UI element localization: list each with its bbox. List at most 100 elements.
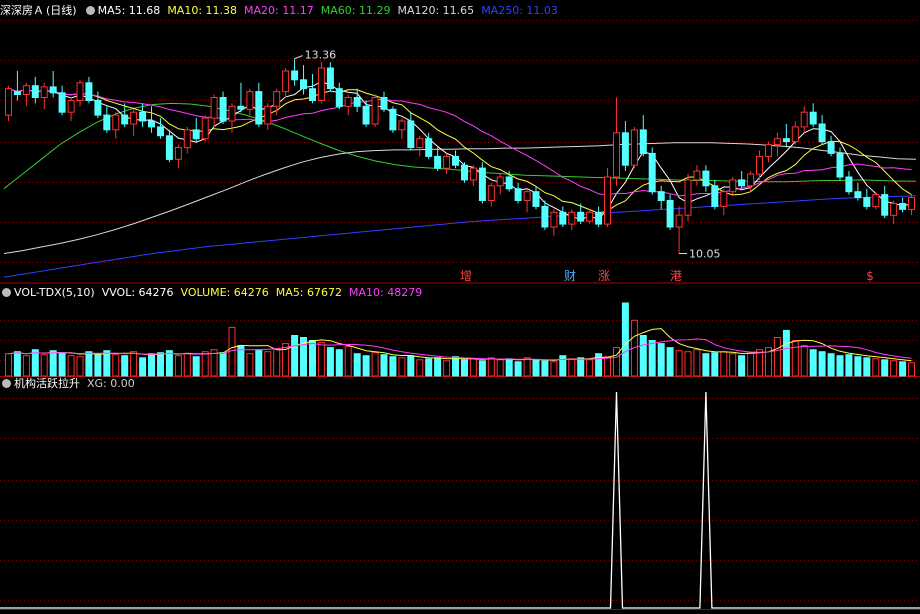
candle xyxy=(845,171,853,195)
candle xyxy=(791,121,799,145)
candle xyxy=(881,185,889,219)
volume-bar xyxy=(103,350,111,377)
candle-body xyxy=(317,67,325,101)
candle xyxy=(550,209,558,236)
volume-bar xyxy=(49,350,57,377)
candle-body xyxy=(872,194,880,207)
candle xyxy=(201,115,209,142)
candle-body xyxy=(711,185,719,207)
volume-bar xyxy=(604,356,611,377)
legend-volume: VOLUME: 64276 xyxy=(180,286,269,299)
volume-bar xyxy=(246,353,254,377)
candle xyxy=(317,62,325,104)
candle-body xyxy=(309,88,316,101)
candle-body xyxy=(496,176,504,187)
volume-bar xyxy=(174,355,182,377)
candle-body xyxy=(264,105,272,125)
candle xyxy=(729,176,737,195)
settings-icon[interactable] xyxy=(85,6,95,15)
candle xyxy=(532,185,540,210)
candle-body xyxy=(720,191,728,207)
candle xyxy=(711,179,719,210)
settings-icon[interactable] xyxy=(2,379,11,388)
candle-body xyxy=(22,85,30,95)
candle-body xyxy=(523,191,531,201)
volume-bar xyxy=(434,357,442,377)
candle-body xyxy=(148,120,155,128)
candle-body xyxy=(666,200,674,228)
legend-ma20: MA20: 11.17 xyxy=(244,4,314,17)
volume-bar xyxy=(523,357,531,377)
volume-bar xyxy=(800,345,808,377)
candle-body xyxy=(738,179,746,187)
legend-vol-ma5: MA5: 67672 xyxy=(275,286,343,299)
volume-bar xyxy=(407,355,415,377)
volume-bar xyxy=(452,356,459,377)
event-marker: 增 xyxy=(460,269,472,283)
candle-body xyxy=(326,67,334,90)
candle-body xyxy=(773,138,781,146)
event-marker: 港 xyxy=(670,269,682,283)
candle xyxy=(854,182,862,201)
candle xyxy=(130,109,138,136)
candle xyxy=(818,115,826,145)
candle xyxy=(174,144,182,169)
candle-body xyxy=(76,82,84,102)
legend-xg: XG: 0.00 xyxy=(87,377,135,390)
volume-bar xyxy=(541,360,549,377)
volume-bar xyxy=(872,358,880,377)
volume-bar xyxy=(398,357,406,377)
volume-bar xyxy=(130,351,138,377)
volume-bar xyxy=(827,353,835,377)
candle xyxy=(165,129,173,163)
candle xyxy=(469,165,477,186)
volume-bar xyxy=(738,355,746,377)
candle xyxy=(765,141,772,163)
candle xyxy=(782,123,790,148)
candle xyxy=(309,73,316,104)
volume-bar xyxy=(496,359,504,377)
candle xyxy=(389,106,397,133)
candle xyxy=(282,68,290,98)
candle-body xyxy=(85,82,93,102)
volume-bar xyxy=(881,359,889,377)
volume-bar xyxy=(13,351,21,377)
candle-body xyxy=(219,97,227,122)
volume-bar xyxy=(291,335,299,377)
volume-bar xyxy=(344,346,352,377)
candle xyxy=(380,91,388,113)
candle xyxy=(13,70,21,101)
candle xyxy=(407,112,415,151)
candle xyxy=(702,165,710,192)
candle xyxy=(684,174,692,222)
candle-body xyxy=(380,97,388,110)
candle-body xyxy=(890,203,898,216)
legend-ma250: MA250: 11.03 xyxy=(481,4,558,17)
volume-bar xyxy=(85,351,93,377)
candle-body xyxy=(604,176,611,225)
candle xyxy=(22,82,30,107)
candle-body xyxy=(818,123,826,143)
volume-bar xyxy=(478,360,486,377)
settings-icon[interactable] xyxy=(2,288,11,297)
volume-bar xyxy=(148,353,155,377)
volume-bar xyxy=(756,349,763,377)
volume-bar xyxy=(192,356,200,377)
candle-body xyxy=(425,138,433,157)
volume-bar xyxy=(809,349,817,377)
volume-bar xyxy=(639,335,647,377)
candle xyxy=(827,135,835,157)
volume-bar xyxy=(165,350,173,377)
volume-bar xyxy=(416,359,424,377)
candle-body xyxy=(791,126,799,143)
candle-body xyxy=(800,111,808,128)
candle xyxy=(362,100,370,127)
candle xyxy=(300,65,307,95)
candle-body xyxy=(639,129,647,154)
candle xyxy=(487,182,495,207)
candle-body xyxy=(684,179,692,216)
candle xyxy=(434,147,442,172)
candle-body xyxy=(344,97,352,107)
volume-bar xyxy=(389,356,397,377)
ma-line-ma250 xyxy=(3,195,917,278)
